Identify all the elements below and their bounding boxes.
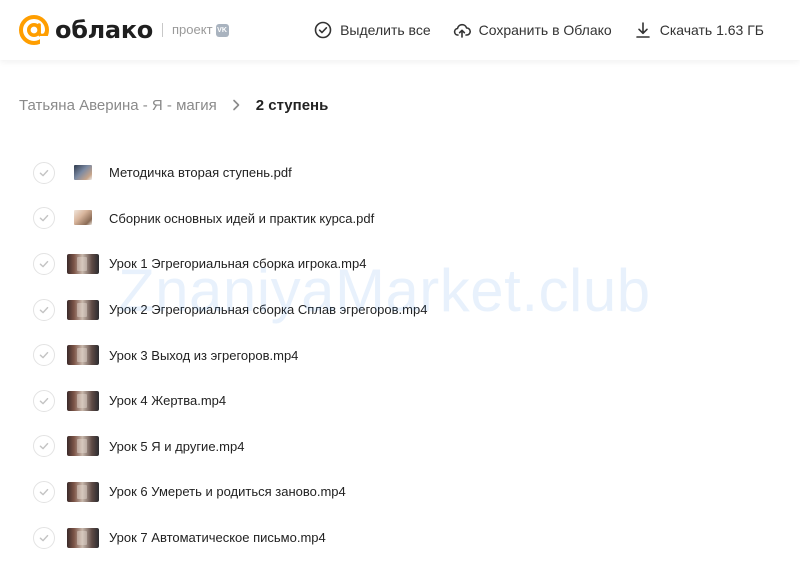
select-checkbox[interactable] xyxy=(33,480,55,503)
logo-divider xyxy=(162,23,163,37)
checkmark-icon xyxy=(39,534,49,541)
file-row[interactable]: Методичка вторая ступень.pdf xyxy=(0,150,800,196)
breadcrumb-current: 2 ступень xyxy=(255,96,329,114)
file-name: Сборник основных идей и практик курса.pd… xyxy=(109,210,375,226)
at-sign-logo-icon xyxy=(19,15,50,46)
pdf-thumbnail xyxy=(67,208,99,228)
save-to-cloud-button[interactable]: Сохранить в Облако xyxy=(453,21,612,39)
pdf-thumbnail xyxy=(67,163,99,183)
select-checkbox[interactable] xyxy=(33,344,55,367)
select-checkbox[interactable] xyxy=(33,389,55,412)
video-thumbnail xyxy=(67,436,99,457)
breadcrumb: Татьяна Аверина - Я - магия 2 ступень xyxy=(19,95,328,115)
checkmark-icon xyxy=(39,306,49,313)
select-checkbox[interactable] xyxy=(33,526,55,549)
file-list: Методичка вторая ступень.pdf Сборник осн… xyxy=(0,150,800,560)
file-name: Урок 1 Эгрегориальная сборка игрока.mp4 xyxy=(109,256,367,272)
file-name: Урок 2 Эгрегориальная сборка Сплав эгрег… xyxy=(109,302,428,318)
file-row[interactable]: Урок 7 Автоматическое письмо.mp4 xyxy=(0,515,800,561)
download-icon xyxy=(635,22,650,38)
file-name: Урок 7 Автоматическое письмо.mp4 xyxy=(109,530,326,546)
video-thumbnail xyxy=(67,481,99,502)
file-row[interactable]: Урок 6 Умереть и родиться заново.mp4 xyxy=(0,469,800,515)
file-name: Урок 6 Умереть и родиться заново.mp4 xyxy=(109,484,346,500)
file-name: Урок 4 Жертва.mp4 xyxy=(109,393,227,409)
select-checkbox[interactable] xyxy=(33,161,55,184)
select-checkbox[interactable] xyxy=(33,298,55,321)
file-name: Урок 3 Выход из эгрегоров.mp4 xyxy=(109,347,299,363)
checkmark-icon xyxy=(39,169,49,177)
checkmark-icon xyxy=(39,397,49,405)
file-row[interactable]: Урок 1 Эгрегориальная сборка игрока.mp4 xyxy=(0,241,800,287)
video-thumbnail xyxy=(67,299,99,320)
file-row[interactable]: Урок 2 Эгрегориальная сборка Сплав эгрег… xyxy=(0,287,800,333)
video-thumbnail xyxy=(67,253,99,274)
select-checkbox[interactable] xyxy=(33,435,55,458)
checkmark-icon xyxy=(39,443,49,450)
cloud-upload-icon xyxy=(453,23,471,38)
chevron-right-icon xyxy=(232,99,240,111)
logo-subtitle: проект xyxy=(172,22,213,37)
video-thumbnail xyxy=(67,527,99,548)
checkmark-icon xyxy=(39,488,49,496)
check-circle-icon xyxy=(314,21,332,39)
save-to-cloud-label: Сохранить в Облако xyxy=(478,22,612,38)
select-all-button[interactable]: Выделить все xyxy=(314,21,431,39)
vk-badge-icon: VK xyxy=(215,23,229,37)
file-row[interactable]: Урок 4 Жертва.mp4 xyxy=(0,378,800,424)
app-header: облако проект VK Выделить все Сохранить … xyxy=(0,0,800,60)
file-name: Урок 5 Я и другие.mp4 xyxy=(109,438,245,454)
checkmark-icon xyxy=(39,352,49,359)
file-row[interactable]: Сборник основных идей и практик курса.pd… xyxy=(0,196,800,242)
logo[interactable]: облако проект VK xyxy=(18,14,229,46)
logo-text: облако xyxy=(55,16,153,44)
checkmark-icon xyxy=(39,215,49,222)
download-label: Скачать 1.63 ГБ xyxy=(659,22,764,38)
select-all-label: Выделить все xyxy=(340,22,431,38)
select-checkbox[interactable] xyxy=(33,252,55,275)
select-checkbox[interactable] xyxy=(33,207,55,230)
file-name: Методичка вторая ступень.pdf xyxy=(109,165,292,181)
header-actions: Выделить все Сохранить в Облако Скачать … xyxy=(314,0,764,60)
video-thumbnail xyxy=(67,345,99,366)
checkmark-icon xyxy=(39,260,49,268)
breadcrumb-parent-link[interactable]: Татьяна Аверина - Я - магия xyxy=(19,97,217,114)
file-row[interactable]: Урок 3 Выход из эгрегоров.mp4 xyxy=(0,332,800,378)
file-row[interactable]: Урок 5 Я и другие.mp4 xyxy=(0,424,800,470)
video-thumbnail xyxy=(67,390,99,411)
download-button[interactable]: Скачать 1.63 ГБ xyxy=(634,21,764,39)
